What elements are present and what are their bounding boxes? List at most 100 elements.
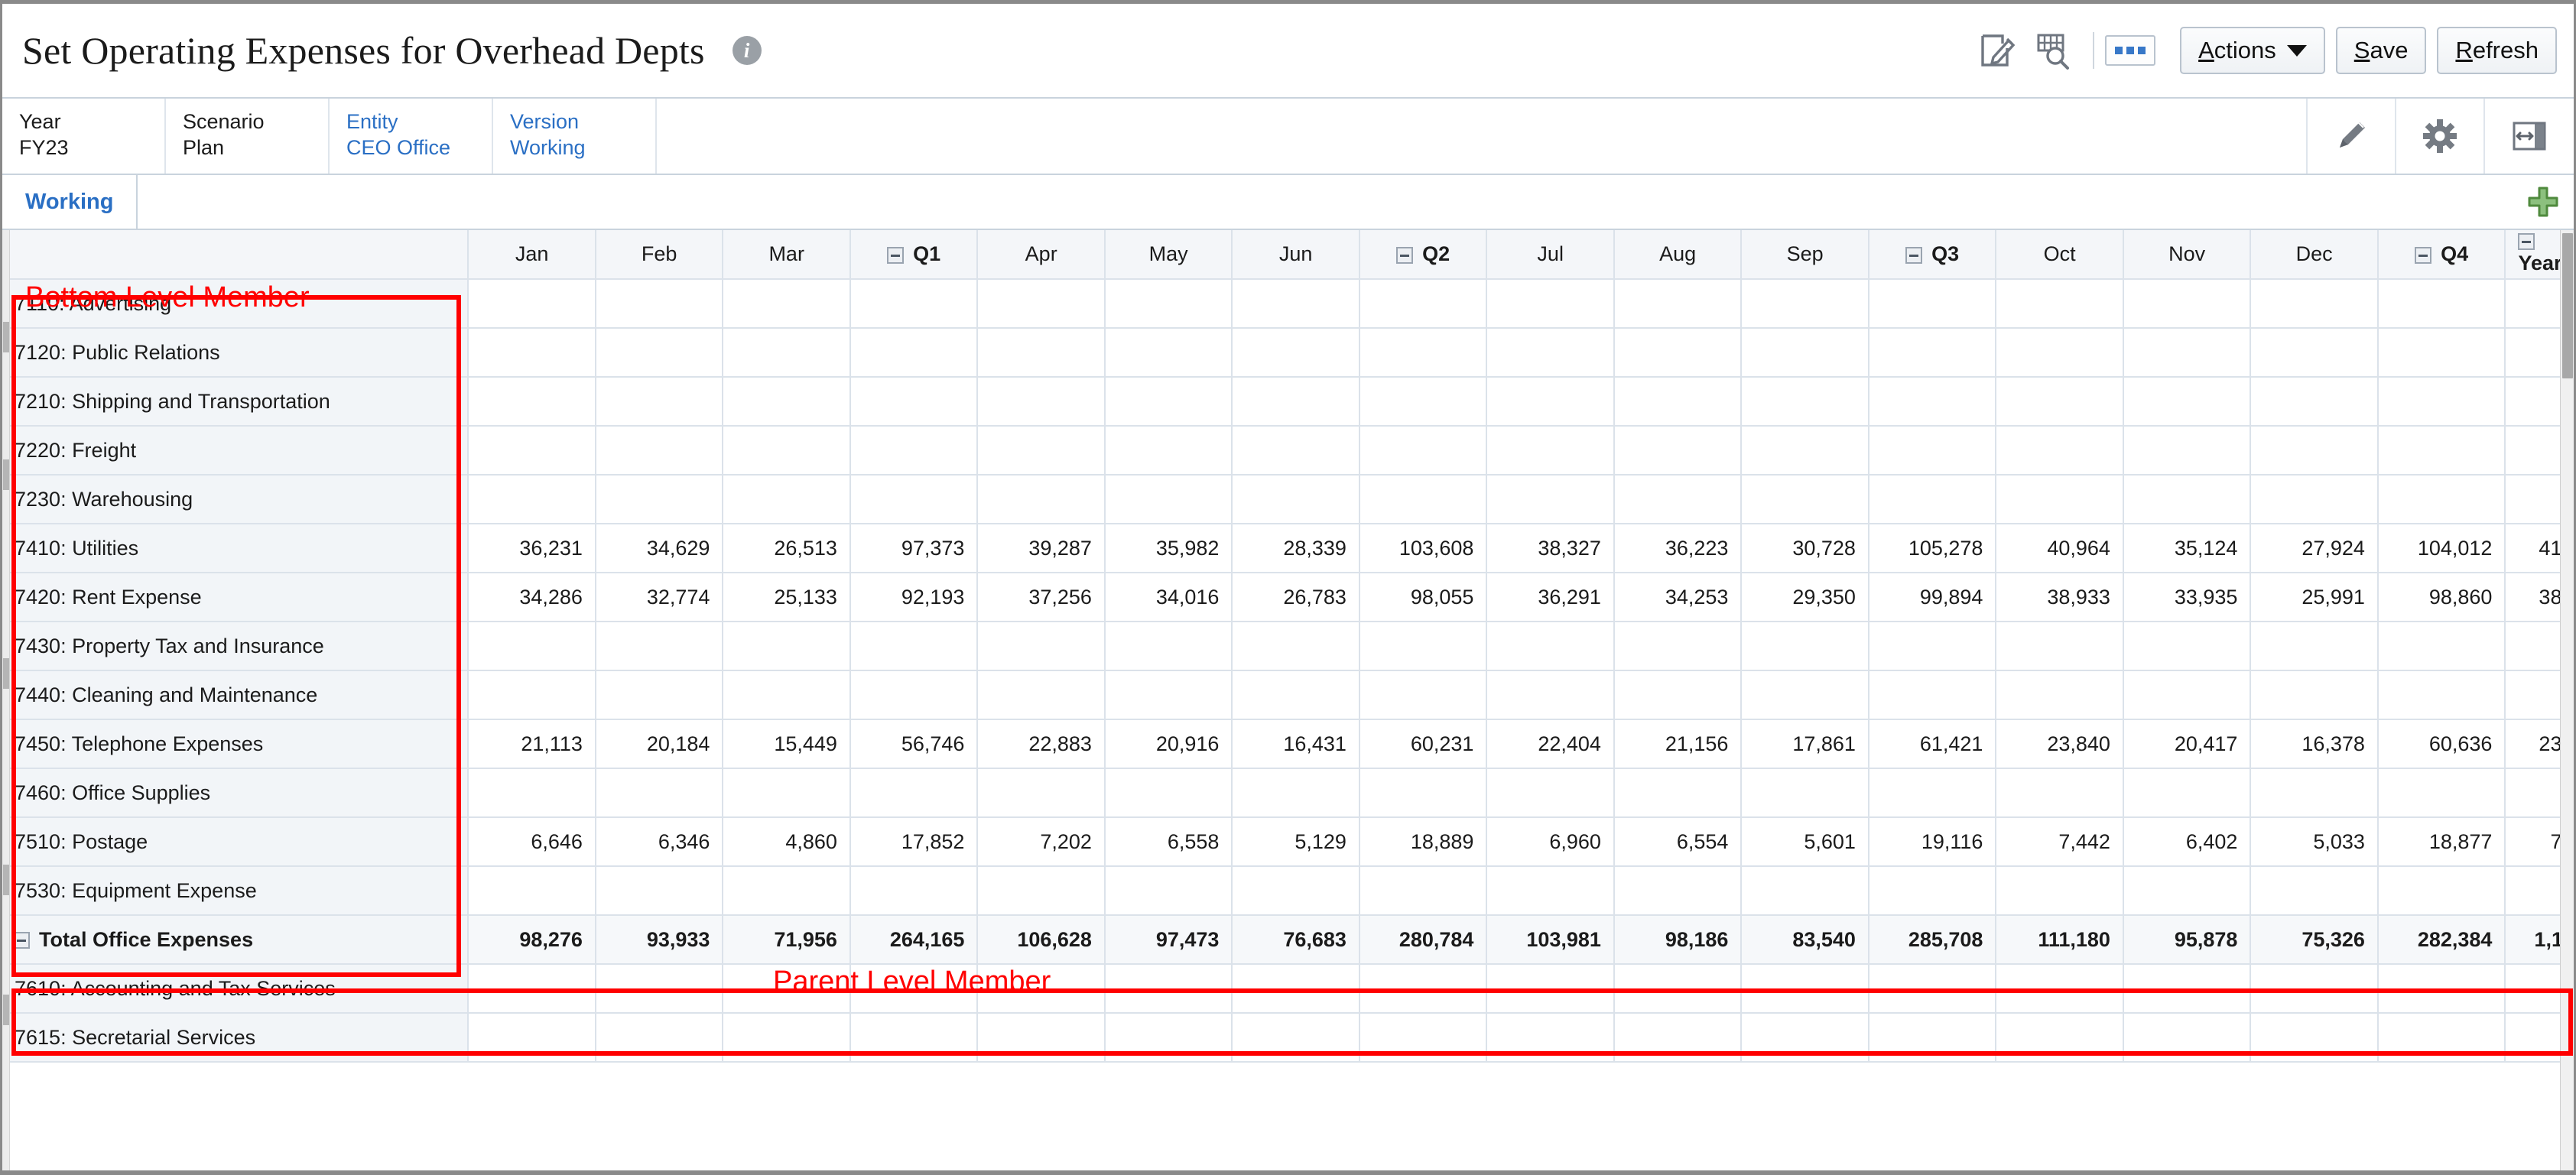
- data-cell[interactable]: [2250, 670, 2379, 720]
- data-cell[interactable]: [1104, 475, 1233, 524]
- column-header-q3[interactable]: Q3: [1868, 230, 1997, 280]
- data-cell[interactable]: [849, 377, 979, 427]
- data-cell[interactable]: [723, 279, 851, 329]
- data-cell[interactable]: 34,286: [468, 573, 596, 622]
- tab-working[interactable]: Working: [2, 175, 138, 229]
- data-cell[interactable]: [1868, 328, 1997, 378]
- data-cell[interactable]: [723, 768, 851, 818]
- data-cell[interactable]: 20,417: [2123, 719, 2252, 769]
- data-cell[interactable]: 60,231: [1359, 719, 1488, 769]
- data-cell[interactable]: [1232, 426, 1360, 476]
- data-cell[interactable]: [2123, 279, 2252, 329]
- row-header-cell[interactable]: 7410: Utilities: [2, 524, 469, 573]
- data-cell[interactable]: [1868, 1013, 1997, 1063]
- data-cell[interactable]: 83,540: [1741, 915, 1869, 965]
- info-icon[interactable]: i: [732, 36, 762, 65]
- data-cell[interactable]: 106,628: [977, 915, 1106, 965]
- row-header-cell[interactable]: 7615: Secretarial Services: [2, 1013, 469, 1063]
- data-cell[interactable]: 38,933: [1996, 573, 2124, 622]
- data-cell[interactable]: [849, 279, 979, 329]
- data-cell[interactable]: [2123, 622, 2252, 671]
- pov-item-entity[interactable]: Entity CEO Office: [330, 99, 493, 174]
- data-cell[interactable]: 95,878: [2123, 915, 2252, 965]
- row-header-cell[interactable]: 7210: Shipping and Transportation: [2, 377, 469, 427]
- data-cell[interactable]: [1996, 964, 2124, 1014]
- data-cell[interactable]: [468, 964, 596, 1014]
- data-cell[interactable]: [595, 475, 724, 524]
- data-cell[interactable]: [1232, 279, 1360, 329]
- data-cell[interactable]: 20,916: [1104, 719, 1233, 769]
- data-cell[interactable]: [1741, 328, 1869, 378]
- data-cell[interactable]: [2250, 475, 2379, 524]
- data-cell[interactable]: [1613, 377, 1743, 427]
- data-cell[interactable]: [595, 1013, 724, 1063]
- row-header-cell[interactable]: 7430: Property Tax and Insurance: [2, 622, 469, 671]
- data-cell[interactable]: [2123, 1013, 2252, 1063]
- data-cell[interactable]: [723, 1013, 851, 1063]
- data-cell[interactable]: [849, 964, 979, 1014]
- column-header-q2[interactable]: Q2: [1359, 230, 1488, 280]
- data-cell[interactable]: 17,852: [849, 817, 979, 867]
- data-cell[interactable]: 34,253: [1613, 573, 1743, 622]
- data-cell[interactable]: 30,728: [1741, 524, 1869, 573]
- data-cell[interactable]: [1359, 475, 1488, 524]
- data-cell[interactable]: [1486, 768, 1615, 818]
- data-cell[interactable]: [849, 768, 979, 818]
- column-header-nov[interactable]: Nov: [2123, 230, 2252, 280]
- data-cell[interactable]: [849, 866, 979, 916]
- data-cell[interactable]: 56,746: [849, 719, 979, 769]
- data-cell[interactable]: [1359, 964, 1488, 1014]
- data-cell[interactable]: [2123, 964, 2252, 1014]
- data-cell[interactable]: [2123, 475, 2252, 524]
- data-cell[interactable]: 285,708: [1868, 915, 1997, 965]
- data-cell[interactable]: [1613, 475, 1743, 524]
- collapse-icon[interactable]: [1396, 246, 1414, 264]
- data-cell[interactable]: [1359, 328, 1488, 378]
- data-cell[interactable]: 36,231: [468, 524, 596, 573]
- data-cell[interactable]: [1486, 866, 1615, 916]
- data-cell[interactable]: 111,180: [1996, 915, 2124, 965]
- data-cell[interactable]: 20,184: [595, 719, 724, 769]
- data-cell[interactable]: [2250, 426, 2379, 476]
- data-cell[interactable]: 26,513: [723, 524, 851, 573]
- data-cell[interactable]: 22,404: [1486, 719, 1615, 769]
- data-cell[interactable]: [1486, 426, 1615, 476]
- data-cell[interactable]: [2123, 866, 2252, 916]
- data-cell[interactable]: [1868, 670, 1997, 720]
- data-cell[interactable]: [1996, 475, 2124, 524]
- data-cell[interactable]: 25,133: [723, 573, 851, 622]
- vertical-scrollbar[interactable]: [2560, 230, 2574, 1170]
- data-cell[interactable]: [723, 377, 851, 427]
- data-cell[interactable]: 6,346: [595, 817, 724, 867]
- column-header-jun[interactable]: Jun: [1232, 230, 1360, 280]
- data-cell[interactable]: 98,055: [1359, 573, 1488, 622]
- data-cell[interactable]: 7,442: [1996, 817, 2124, 867]
- data-cell[interactable]: [1741, 279, 1869, 329]
- data-cell[interactable]: 38,327: [1486, 524, 1615, 573]
- data-cell[interactable]: 7,202: [977, 817, 1106, 867]
- row-header-cell[interactable]: Total Office Expenses: [2, 915, 469, 965]
- data-cell[interactable]: [1868, 622, 1997, 671]
- data-cell[interactable]: [1741, 866, 1869, 916]
- data-cell[interactable]: [595, 866, 724, 916]
- column-header-mar[interactable]: Mar: [723, 230, 851, 280]
- data-cell[interactable]: 76,683: [1232, 915, 1360, 965]
- data-cell[interactable]: [1996, 1013, 2124, 1063]
- collapse-panel-icon[interactable]: [2485, 99, 2574, 174]
- data-cell[interactable]: 98,186: [1613, 915, 1743, 965]
- data-cell[interactable]: [1996, 670, 2124, 720]
- data-cell[interactable]: [2377, 377, 2506, 427]
- data-cell[interactable]: [1359, 768, 1488, 818]
- data-cell[interactable]: [1232, 670, 1360, 720]
- data-cell[interactable]: 18,877: [2377, 817, 2506, 867]
- collapse-icon[interactable]: [1905, 246, 1923, 264]
- data-cell[interactable]: [849, 622, 979, 671]
- column-header-oct[interactable]: Oct: [1996, 230, 2124, 280]
- data-cell[interactable]: 282,384: [2377, 915, 2506, 965]
- data-cell[interactable]: [1741, 622, 1869, 671]
- data-cell[interactable]: 33,935: [2123, 573, 2252, 622]
- data-cell[interactable]: 40,964: [1996, 524, 2124, 573]
- data-cell[interactable]: [1868, 475, 1997, 524]
- vertical-scrollbar-left[interactable]: [2, 230, 10, 1170]
- data-cell[interactable]: [2123, 426, 2252, 476]
